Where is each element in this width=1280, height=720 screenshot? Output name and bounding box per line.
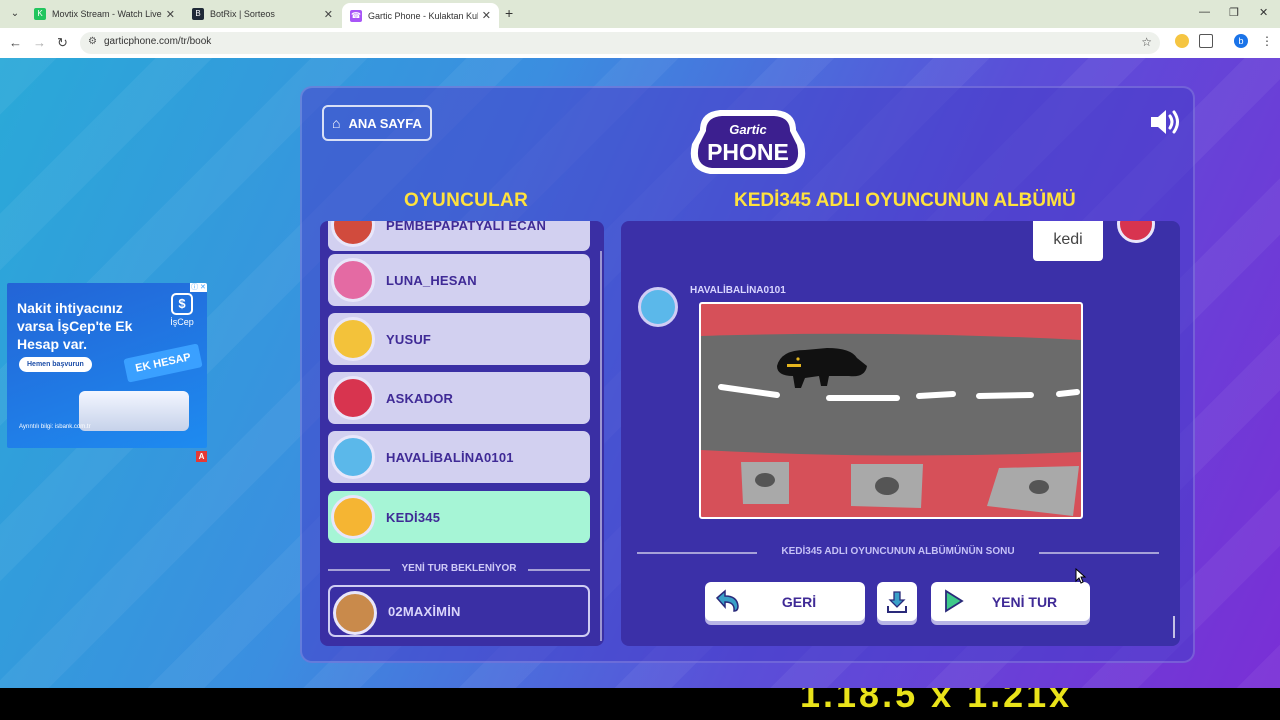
undo-arrow-icon <box>715 589 739 612</box>
window-close-icon[interactable]: ✕ <box>1259 6 1268 19</box>
iscep-logo: $ İşCep <box>167 293 197 331</box>
tab-title: Movtix Stream - Watch Live on <box>52 9 162 19</box>
forward-arrow-icon[interactable]: → <box>33 35 46 50</box>
url-bar[interactable]: ⚙ garticphone.com/tr/book ☆ <box>80 32 1160 54</box>
player-avatar <box>331 317 375 361</box>
ad-info-icon[interactable]: ⓘ ✕ <box>190 283 207 292</box>
ad-headline: Nakit ihtiyacınız varsa İşCep'te Ek Hesa… <box>17 300 133 352</box>
player-name: YUSUF <box>386 331 432 347</box>
players-list[interactable]: PEMBEPAPATYALI ECAN LUNA_HESAN YUSUF ASK… <box>320 221 604 646</box>
logo-bottom-text: PHONE <box>707 139 789 165</box>
tab-title: BotRix | Sorteos <box>210 9 275 19</box>
ad-footer: Ayrıntılı bilgi: isbank.com.tr <box>19 424 91 430</box>
pos-device-image <box>79 391 189 431</box>
tab-movtix[interactable]: K Movtix Stream - Watch Live on ✕ <box>26 2 183 26</box>
game-page: ⓘ ✕ Nakit ihtiyacınız varsa İşCep'te Ek … <box>0 58 1280 688</box>
tab-title: Gartic Phone - Kulaktan Kulağa <box>368 10 478 21</box>
download-icon <box>887 590 907 613</box>
divider-rule <box>528 569 590 571</box>
player-avatar <box>331 258 375 302</box>
movtix-favicon-icon: K <box>34 8 46 20</box>
bookmark-star-icon[interactable]: ☆ <box>1141 35 1152 49</box>
author-avatar <box>1117 221 1155 243</box>
game-panel: ⌂ ANA SAYFA Gartic PHONE OYUNCULAR KEDİ3… <box>300 86 1195 663</box>
download-button[interactable] <box>877 582 917 621</box>
tab-botrix[interactable]: B BotRix | Sorteos ✕ <box>184 2 341 26</box>
iscep-logo-mark-icon: $ <box>171 293 193 315</box>
tab-gartic[interactable]: ☎ Gartic Phone - Kulaktan Kulağa ✕ <box>342 3 499 28</box>
player-name: PEMBEPAPATYALI ECAN <box>386 221 547 233</box>
play-icon <box>945 589 964 613</box>
puzzle-extensions-icon[interactable] <box>1199 34 1213 48</box>
mouse-cursor-icon <box>1075 568 1087 584</box>
gartic-favicon-icon: ☎ <box>350 9 362 22</box>
browser-tabbar: ⌄ K Movtix Stream - Watch Live on ✕ B Bo… <box>0 0 1280 28</box>
player-card[interactable]: LUNA_HESAN <box>328 254 590 306</box>
player-name: ASKADOR <box>386 390 454 406</box>
player-name: HAVALİBALİNA0101 <box>386 449 514 465</box>
restore-icon[interactable]: ❐ <box>1229 6 1239 19</box>
home-button[interactable]: ⌂ ANA SAYFA <box>322 105 432 141</box>
drawing-canvas <box>699 302 1083 519</box>
players-title: OYUNCULAR <box>404 190 529 211</box>
album-title: KEDİ345 ADLI OYUNCUNUN ALBÜMÜ <box>734 190 1076 211</box>
close-icon[interactable]: ✕ <box>324 8 333 21</box>
tab-search-icon[interactable]: ⌄ <box>6 5 24 23</box>
home-icon: ⌂ <box>332 115 341 131</box>
subtitle-text: 1.18.5 x 1.21x <box>800 688 1073 715</box>
ad-cta-button[interactable]: Hemen başvurun <box>19 357 92 372</box>
player-card[interactable]: ASKADOR <box>328 372 590 424</box>
album-scrollbar[interactable] <box>1173 616 1175 638</box>
profile-avatar[interactable]: b <box>1234 34 1248 48</box>
back-button[interactable]: GERİ <box>705 582 865 621</box>
extension-icon[interactable] <box>1175 34 1189 48</box>
home-label: ANA SAYFA <box>348 115 422 131</box>
new-tab-plus-icon[interactable]: + <box>505 5 513 21</box>
botrix-favicon-icon: B <box>192 8 204 20</box>
gartic-phone-logo: Gartic PHONE <box>690 110 806 174</box>
close-icon[interactable]: ✕ <box>166 8 175 21</box>
player-card-active[interactable]: KEDİ345 <box>328 491 590 543</box>
drawer-name: HAVALİBALİNA0101 <box>690 285 786 296</box>
player-card-waiting[interactable]: 02MAXİMİN <box>328 585 590 637</box>
divider-rule <box>1039 552 1159 554</box>
player-avatar <box>331 376 375 420</box>
album-end-divider: KEDİ345 ADLI OYUNCUNUN ALBÜMÜNÜN SONU <box>637 546 1159 560</box>
player-avatar <box>333 591 377 635</box>
minimize-icon[interactable]: — <box>1199 6 1210 18</box>
adchoices-icon[interactable]: A <box>196 451 207 462</box>
waiting-divider: YENİ TUR BEKLENİYOR <box>328 562 590 576</box>
isbank-ad[interactable]: ⓘ ✕ Nakit ihtiyacınız varsa İşCep'te Ek … <box>7 283 207 448</box>
player-avatar <box>331 221 375 247</box>
player-card[interactable]: HAVALİBALİNA0101 <box>328 431 590 483</box>
menu-kebab-icon[interactable]: ⋮ <box>1261 34 1273 48</box>
drawer-avatar <box>638 287 678 327</box>
reload-icon[interactable]: ↻ <box>57 35 68 51</box>
prompt-bubble: kedi <box>1033 221 1103 261</box>
player-avatar <box>331 435 375 479</box>
back-arrow-icon[interactable]: ← <box>9 35 22 50</box>
players-scrollbar[interactable] <box>600 251 602 641</box>
subtitle-overlay: 1.18.5 x 1.21x <box>0 688 1280 720</box>
close-icon[interactable]: ✕ <box>482 9 491 22</box>
player-name: 02MAXİMİN <box>388 603 461 619</box>
site-info-icon[interactable]: ⚙ <box>88 36 97 47</box>
player-card[interactable]: YUSUF <box>328 313 590 365</box>
speaker-icon[interactable] <box>1149 108 1183 136</box>
player-name: LUNA_HESAN <box>386 272 477 288</box>
url-text[interactable]: garticphone.com/tr/book <box>104 36 211 47</box>
ad-brand: İşCep <box>170 317 194 327</box>
player-card[interactable]: PEMBEPAPATYALI ECAN <box>328 221 590 251</box>
player-name: KEDİ345 <box>386 509 441 525</box>
player-avatar <box>331 495 375 539</box>
address-bar-row: ← → ↻ ⚙ garticphone.com/tr/book ☆ b ⋮ <box>0 28 1280 58</box>
logo-top-text: Gartic <box>729 122 767 137</box>
new-round-button[interactable]: YENİ TUR <box>931 582 1090 621</box>
album-panel[interactable]: kedi HAVALİBALİNA0101 KEDİ345 ADLI OYUNC… <box>621 221 1180 646</box>
